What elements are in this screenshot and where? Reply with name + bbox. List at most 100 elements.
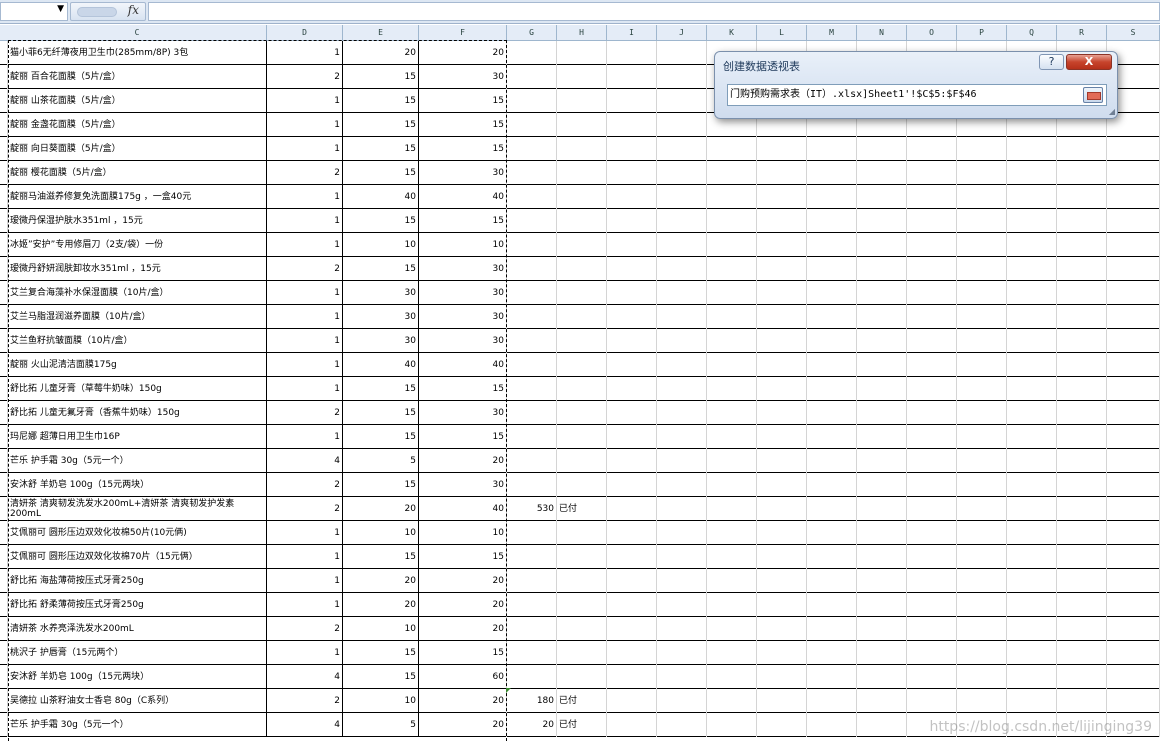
cell-i[interactable] [607,521,657,545]
cell-h[interactable] [557,185,607,209]
cell-f[interactable]: 40 [419,185,507,209]
cell-g[interactable] [507,449,557,473]
cell-j[interactable] [657,281,707,305]
cell-g[interactable] [507,65,557,89]
cell-r[interactable] [1057,665,1107,689]
cell-k[interactable] [707,377,757,401]
cell-n[interactable] [857,521,907,545]
cell-k[interactable] [707,473,757,497]
column-header-s[interactable]: S [1107,25,1160,41]
cell-d[interactable]: 4 [267,449,343,473]
column-header-m[interactable]: M [807,25,857,41]
cell-f[interactable]: 30 [419,473,507,497]
cell-g[interactable] [507,377,557,401]
cell-d[interactable]: 4 [267,665,343,689]
cell-o[interactable] [907,425,957,449]
cell-j[interactable] [657,65,707,89]
cell-g[interactable] [507,665,557,689]
cell-k[interactable] [707,425,757,449]
cell-h[interactable] [557,425,607,449]
column-header-i[interactable]: I [607,25,657,41]
cell-d[interactable]: 1 [267,353,343,377]
cell-k[interactable] [707,257,757,281]
column-header-d[interactable]: D [267,25,343,41]
cell-c[interactable]: 清妍茶 清爽韧发洗发水200mL+清妍茶 清爽韧发护发素200mL [8,497,267,521]
cell-i[interactable] [607,569,657,593]
cell-j[interactable] [657,185,707,209]
cell-f[interactable]: 30 [419,281,507,305]
cell-j[interactable] [657,521,707,545]
cell-d[interactable]: 1 [267,593,343,617]
cell-j[interactable] [657,569,707,593]
cell-f[interactable]: 20 [419,713,507,737]
cell-d[interactable]: 1 [267,521,343,545]
cell-s[interactable] [1107,425,1160,449]
cell-n[interactable] [857,545,907,569]
cell-p[interactable] [957,665,1007,689]
cell-j[interactable] [657,425,707,449]
column-header-e[interactable]: E [343,25,419,41]
cell-n[interactable] [857,161,907,185]
cell-f[interactable]: 20 [419,593,507,617]
cell-l[interactable] [757,209,807,233]
cell-g[interactable] [507,305,557,329]
cell-n[interactable] [857,689,907,713]
cell-c[interactable]: 艾佩丽可 圆形压边双效化妆棉50片(10元俩) [8,521,267,545]
cell-q[interactable] [1007,665,1057,689]
cell-j[interactable] [657,329,707,353]
cell-h[interactable] [557,89,607,113]
cell-s[interactable] [1107,233,1160,257]
cell-d[interactable]: 4 [267,713,343,737]
cell-h[interactable] [557,257,607,281]
cell-e[interactable]: 15 [343,665,419,689]
cell-g[interactable] [507,41,557,65]
cell-p[interactable] [957,137,1007,161]
cell-f[interactable]: 30 [419,329,507,353]
cell-n[interactable] [857,449,907,473]
cell-q[interactable] [1007,137,1057,161]
cell-r[interactable] [1057,401,1107,425]
cell-m[interactable] [807,377,857,401]
cell-g[interactable] [507,425,557,449]
cell-k[interactable] [707,593,757,617]
cell-e[interactable]: 15 [343,65,419,89]
formula-input[interactable] [148,2,1160,21]
cell-o[interactable] [907,329,957,353]
close-button[interactable]: X [1066,54,1112,70]
cell-f[interactable]: 10 [419,521,507,545]
cell-d[interactable]: 1 [267,641,343,665]
cell-p[interactable] [957,593,1007,617]
cell-m[interactable] [807,161,857,185]
cell-o[interactable] [907,593,957,617]
cell-f[interactable]: 20 [419,689,507,713]
cell-k[interactable] [707,185,757,209]
cell-f[interactable]: 15 [419,89,507,113]
column-header-g[interactable]: G [507,25,557,41]
cell-e[interactable]: 30 [343,305,419,329]
cell-s[interactable] [1107,329,1160,353]
cell-s[interactable] [1107,449,1160,473]
cell-m[interactable] [807,233,857,257]
cell-d[interactable]: 1 [267,185,343,209]
cell-c[interactable]: 艾兰复合海藻补水保湿面膜（10片/盒） [8,281,267,305]
cell-q[interactable] [1007,545,1057,569]
cell-h[interactable] [557,137,607,161]
cell-e[interactable]: 5 [343,713,419,737]
cell-s[interactable] [1107,545,1160,569]
cell-j[interactable] [657,497,707,521]
cell-s[interactable] [1107,569,1160,593]
cell-g[interactable] [507,473,557,497]
cell-l[interactable] [757,641,807,665]
cell-n[interactable] [857,233,907,257]
cell-h[interactable] [557,449,607,473]
cell-d[interactable]: 1 [267,305,343,329]
cell-m[interactable] [807,713,857,737]
cell-p[interactable] [957,185,1007,209]
cell-q[interactable] [1007,593,1057,617]
cell-k[interactable] [707,641,757,665]
cell-r[interactable] [1057,641,1107,665]
cell-f[interactable]: 20 [419,569,507,593]
cell-h[interactable] [557,545,607,569]
cell-l[interactable] [757,689,807,713]
cell-i[interactable] [607,281,657,305]
